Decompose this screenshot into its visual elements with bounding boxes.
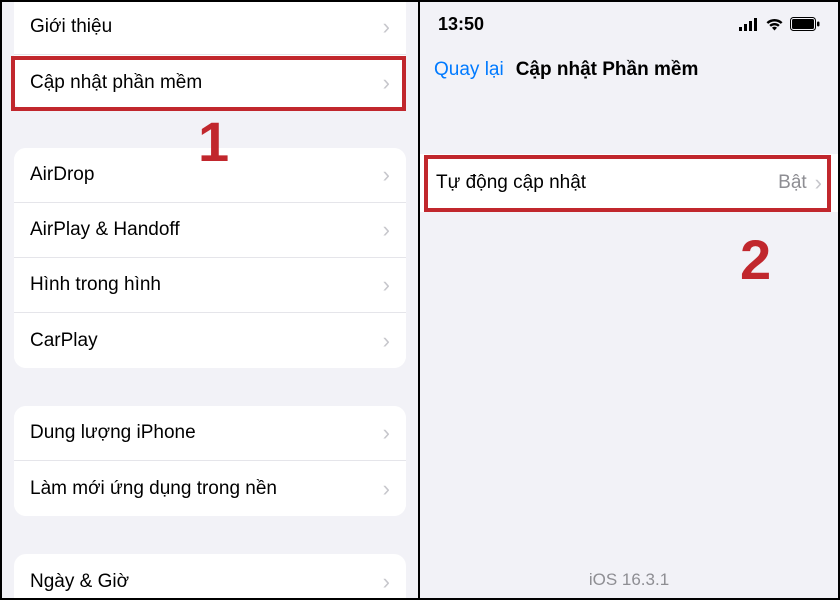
- settings-list: Giới thiệu › Cập nhật phần mềm › AirDrop…: [2, 2, 418, 598]
- cellular-signal-icon: [739, 18, 759, 31]
- pane-general-settings: Giới thiệu › Cập nhật phần mềm › AirDrop…: [2, 2, 420, 598]
- status-icons: [739, 17, 820, 31]
- nav-bar: Quay lại Cập nhật Phần mềm: [420, 46, 838, 94]
- settings-group-2: AirDrop › AirPlay & Handoff › Hình trong…: [14, 148, 406, 368]
- row-label: Cập nhật phần mềm: [30, 72, 202, 94]
- row-label: AirDrop: [30, 164, 94, 186]
- row-background-app-refresh[interactable]: Làm mới ứng dụng trong nền ›: [14, 461, 406, 516]
- row-label: CarPlay: [30, 330, 98, 352]
- row-label: Giới thiệu: [30, 16, 112, 38]
- tutorial-two-panes: Giới thiệu › Cập nhật phần mềm › AirDrop…: [0, 0, 840, 600]
- chevron-right-icon: ›: [383, 272, 390, 298]
- row-label: Tự động cập nhật: [436, 172, 586, 194]
- row-value: Bật: [778, 172, 807, 194]
- chevron-right-icon: ›: [383, 328, 390, 354]
- row-label: Làm mới ứng dụng trong nền: [30, 478, 277, 500]
- step-number-1: 1: [198, 109, 229, 174]
- wifi-icon: [765, 18, 784, 31]
- row-about[interactable]: Giới thiệu ›: [14, 2, 406, 55]
- row-iphone-storage[interactable]: Dung lượng iPhone ›: [14, 406, 406, 461]
- row-label: Ngày & Giờ: [30, 571, 129, 593]
- row-carplay[interactable]: CarPlay ›: [14, 313, 406, 368]
- row-airplay-handoff[interactable]: AirPlay & Handoff ›: [14, 203, 406, 258]
- row-label: AirPlay & Handoff: [30, 219, 180, 241]
- nav-title: Cập nhật Phần mềm: [516, 59, 699, 81]
- ios-version-footer: iOS 16.3.1: [420, 570, 838, 590]
- chevron-right-icon: ›: [383, 476, 390, 502]
- row-software-update[interactable]: Cập nhật phần mềm ›: [14, 55, 406, 110]
- row-label: Dung lượng iPhone: [30, 422, 196, 444]
- step-number-2: 2: [740, 227, 771, 292]
- status-bar: 13:50: [420, 2, 838, 46]
- chevron-right-icon: ›: [383, 217, 390, 243]
- settings-group-3: Dung lượng iPhone › Làm mới ứng dụng tro…: [14, 406, 406, 516]
- settings-group-4: Ngày & Giờ ›: [14, 554, 406, 598]
- chevron-right-icon: ›: [815, 170, 822, 196]
- chevron-right-icon: ›: [383, 14, 390, 40]
- row-label: Hình trong hình: [30, 274, 161, 296]
- settings-group-1: Giới thiệu › Cập nhật phần mềm ›: [14, 2, 406, 110]
- chevron-right-icon: ›: [383, 569, 390, 595]
- row-date-time[interactable]: Ngày & Giờ ›: [14, 554, 406, 598]
- chevron-right-icon: ›: [383, 420, 390, 446]
- status-time: 13:50: [438, 14, 484, 35]
- settings-group-auto-update: Tự động cập nhật Bật ›: [420, 154, 838, 212]
- row-picture-in-picture[interactable]: Hình trong hình ›: [14, 258, 406, 313]
- nav-back-button[interactable]: Quay lại: [434, 59, 504, 81]
- chevron-right-icon: ›: [383, 70, 390, 96]
- chevron-right-icon: ›: [383, 162, 390, 188]
- battery-icon: [790, 17, 820, 31]
- row-automatic-updates[interactable]: Tự động cập nhật Bật ›: [420, 154, 838, 212]
- pane-software-update: 13:50 Quay lại Cập nhật Phần mềm Tự động…: [420, 2, 838, 598]
